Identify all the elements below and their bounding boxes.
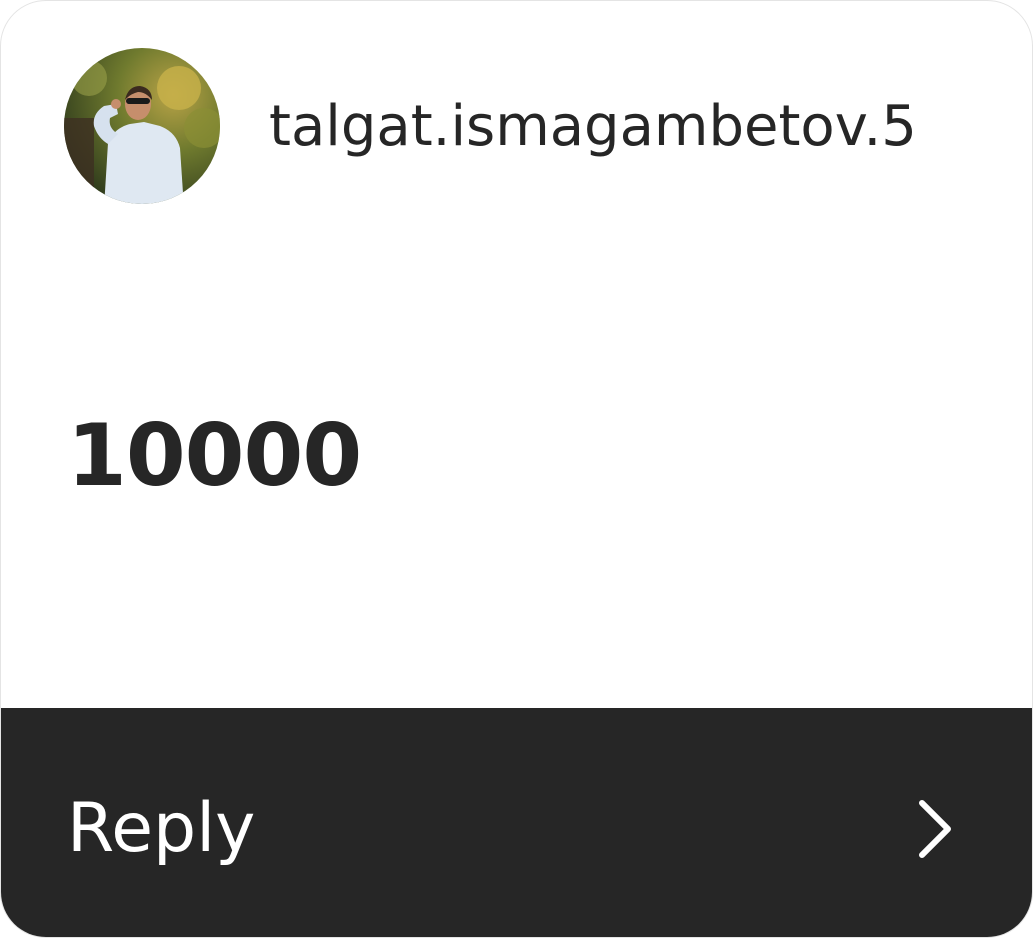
reply-label: Reply [67,789,256,868]
message-card: talgat.ismagambetov.5 10000 Reply [0,0,1033,938]
author-header: talgat.ismagambetov.5 [64,48,917,204]
avatar[interactable] [64,48,220,204]
reply-button[interactable]: Reply [1,708,1032,937]
chevron-right-icon [919,799,951,858]
avatar-photo [64,48,220,204]
username[interactable]: talgat.ismagambetov.5 [269,94,917,159]
message-text: 10000 [67,406,362,506]
